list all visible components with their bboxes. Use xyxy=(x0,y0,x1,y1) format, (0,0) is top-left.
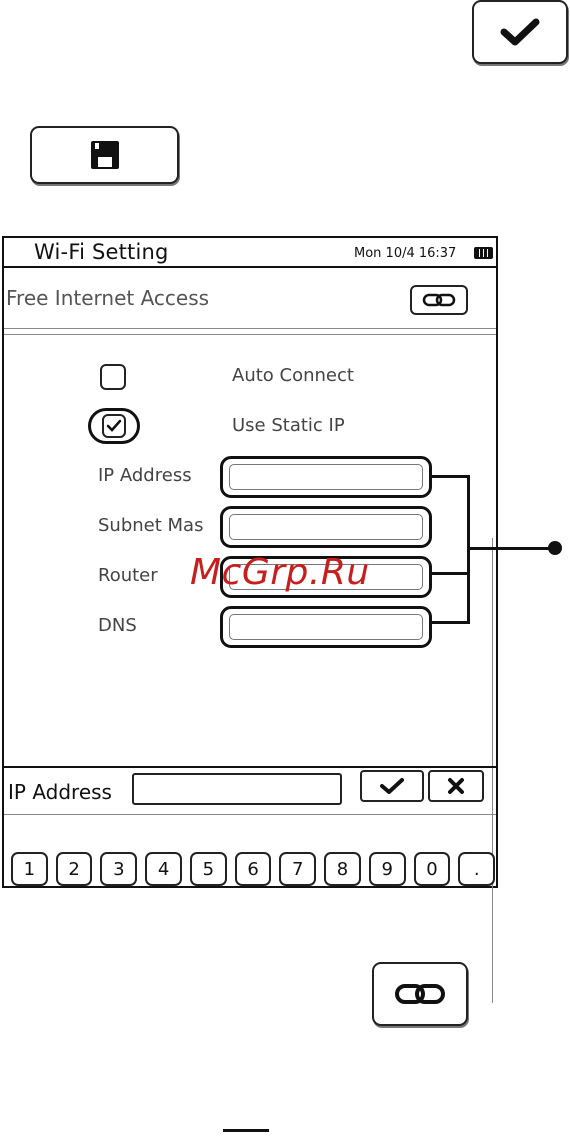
key-9[interactable]: 9 xyxy=(368,852,406,886)
divider xyxy=(4,814,496,815)
key-6[interactable]: 6 xyxy=(234,852,272,886)
key-8[interactable]: 8 xyxy=(324,852,361,886)
callout-bracket xyxy=(430,522,470,572)
key-dot[interactable]: . xyxy=(458,852,496,886)
link-icon xyxy=(395,984,445,1004)
divider xyxy=(4,334,496,335)
status-clock: Mon 10/4 16:37 xyxy=(354,246,457,261)
checkmark-icon xyxy=(500,18,540,46)
subnet-mask-field[interactable] xyxy=(220,506,432,548)
auto-connect-label: Auto Connect xyxy=(232,365,354,386)
key-5[interactable]: 5 xyxy=(189,852,227,886)
divider xyxy=(4,328,496,329)
keypad-panel: IP Address 1 2 3 4 5 6 7 8 9 0 . xyxy=(4,766,496,886)
key-0[interactable]: 0 xyxy=(413,852,451,886)
network-name: Free Internet Access xyxy=(6,286,210,310)
key-1[interactable]: 1 xyxy=(11,852,48,886)
link-button[interactable] xyxy=(372,962,468,1026)
static-ip-checkbox-highlight[interactable] xyxy=(88,408,140,444)
subnet-mask-label: Subnet Mas xyxy=(98,515,204,536)
callout-line xyxy=(470,547,555,550)
entry-label: IP Address xyxy=(8,780,112,804)
dns-field[interactable] xyxy=(220,606,432,648)
key-3[interactable]: 3 xyxy=(100,852,138,886)
router-label: Router xyxy=(98,565,158,586)
save-button[interactable] xyxy=(30,126,179,184)
key-7[interactable]: 7 xyxy=(279,852,317,886)
ip-address-label: IP Address xyxy=(98,465,192,486)
callout-dot xyxy=(548,541,562,555)
page-indicator xyxy=(223,1129,269,1132)
connect-button[interactable] xyxy=(410,285,468,315)
checkmark-icon xyxy=(106,419,122,432)
entry-cancel-button[interactable] xyxy=(428,770,484,802)
entry-input[interactable] xyxy=(132,773,342,805)
watermark: McGrp.Ru xyxy=(190,552,370,593)
battery-icon xyxy=(474,247,493,259)
static-ip-label: Use Static IP xyxy=(232,415,345,436)
title-bar: Wi-Fi Setting Mon 10/4 16:37 xyxy=(4,238,496,268)
checkmark-icon xyxy=(380,778,404,794)
screen-title: Wi-Fi Setting xyxy=(34,240,169,264)
callout-bracket xyxy=(430,475,470,525)
link-icon xyxy=(422,293,456,307)
close-icon xyxy=(448,778,464,794)
dns-label: DNS xyxy=(98,615,137,636)
save-icon xyxy=(90,141,119,169)
callout-bracket xyxy=(430,572,470,624)
static-ip-checkbox[interactable] xyxy=(102,414,126,438)
ip-address-field[interactable] xyxy=(220,456,432,498)
key-4[interactable]: 4 xyxy=(145,852,182,886)
confirm-button[interactable] xyxy=(472,0,568,64)
auto-connect-checkbox[interactable] xyxy=(100,364,126,390)
number-keypad: 1 2 3 4 5 6 7 8 9 0 . xyxy=(11,852,496,886)
entry-confirm-button[interactable] xyxy=(360,770,424,802)
key-2[interactable]: 2 xyxy=(55,852,93,886)
